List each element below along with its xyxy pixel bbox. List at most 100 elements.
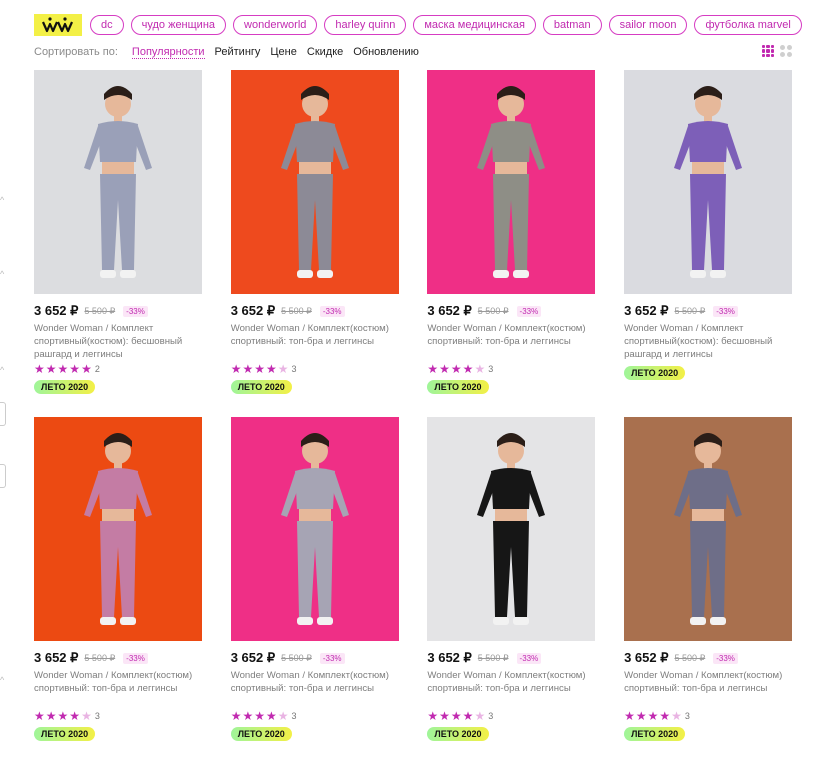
product-photo[interactable] xyxy=(230,70,399,294)
discount-badge: -33% xyxy=(713,652,738,664)
price-row: 3 652 ₽ 5 500 ₽ -33% xyxy=(427,303,595,319)
left-rail: ^ ^ ^ ^ xyxy=(0,0,12,752)
tag-chip[interactable]: dc xyxy=(90,15,124,35)
price: 3 652 ₽ xyxy=(230,303,276,318)
review-count: 3 xyxy=(94,711,100,721)
product-photo[interactable] xyxy=(624,417,793,641)
price-row: 3 652 ₽ 5 500 ₽ -33% xyxy=(427,650,595,666)
sort-bar: Сортировать по: Популярности Рейтингу Це… xyxy=(34,45,429,59)
filter-handle[interactable] xyxy=(0,464,6,488)
tag-chip[interactable]: маска медицинская xyxy=(413,15,536,35)
product-title[interactable]: Wonder Woman / Комплект(костюм) спортивн… xyxy=(34,669,202,708)
season-badge: ЛЕТО 2020 xyxy=(427,380,489,394)
product-photo[interactable] xyxy=(34,70,202,294)
tag-chip[interactable]: wonderworld xyxy=(233,15,318,35)
star-filled-icon: ★ xyxy=(647,709,659,723)
star-filled-icon: ★ xyxy=(450,362,462,376)
grid-2-icon[interactable] xyxy=(780,45,792,57)
star-filled-icon: ★ xyxy=(34,709,45,723)
product-title[interactable]: Wonder Woman / Комплект(костюм) спортивн… xyxy=(624,669,792,708)
product-photo[interactable] xyxy=(230,417,399,641)
product-photo[interactable] xyxy=(427,417,596,641)
old-price: 5 500 ₽ xyxy=(84,305,116,316)
old-price: 5 500 ₽ xyxy=(477,652,509,663)
product-photo[interactable] xyxy=(624,70,793,294)
product-title[interactable]: Wonder Woman / Комплект(костюм) спортивн… xyxy=(427,322,595,361)
star-empty-icon: ★ xyxy=(474,709,486,723)
price-row: 3 652 ₽ 5 500 ₽ -33% xyxy=(34,650,202,666)
chevron-up-icon[interactable]: ^ xyxy=(0,196,8,205)
star-filled-icon: ★ xyxy=(265,362,277,376)
sort-option-discount[interactable]: Скидке xyxy=(307,46,343,58)
chevron-up-icon[interactable]: ^ xyxy=(0,366,8,375)
stars: ★ ★ ★ ★ ★ xyxy=(231,363,289,375)
price: 3 652 ₽ xyxy=(624,303,669,318)
view-toggle xyxy=(762,45,792,57)
star-filled-icon: ★ xyxy=(462,362,474,376)
chevron-up-icon[interactable]: ^ xyxy=(0,270,8,279)
old-price: 5 500 ₽ xyxy=(281,652,312,663)
product-card[interactable]: 3 652 ₽ 5 500 ₽ -33% Wonder Woman / Комплек… xyxy=(427,70,596,417)
product-title[interactable]: Wonder Woman / Комплект(костюм) спортивн… xyxy=(231,669,399,708)
season-badge: ЛЕТО 2020 xyxy=(34,727,96,741)
star-filled-icon: ★ xyxy=(635,709,647,723)
star-filled-icon: ★ xyxy=(450,709,462,723)
product-photo[interactable] xyxy=(427,70,596,294)
stars: ★ ★ ★ ★ ★ xyxy=(427,363,485,375)
tag-chip[interactable]: чудо женщина xyxy=(130,15,227,35)
review-count: 3 xyxy=(291,364,297,374)
product-card[interactable]: 3 652 ₽ 5 500 ₽ -33% Wonder Woman / Комплек… xyxy=(230,70,399,417)
star-filled-icon: ★ xyxy=(427,362,439,376)
product-card[interactable]: 3 652 ₽ 5 500 ₽ -33% Wonder Woman / Комплек… xyxy=(34,70,202,417)
season-badge: ЛЕТО 2020 xyxy=(230,727,292,741)
star-filled-icon: ★ xyxy=(230,709,242,723)
sort-option-rating[interactable]: Рейтингу xyxy=(215,46,261,58)
ww-logo-icon[interactable] xyxy=(34,14,82,36)
discount-badge: -33% xyxy=(713,305,738,317)
star-filled-icon: ★ xyxy=(265,709,277,723)
product-card[interactable]: 3 652 ₽ 5 500 ₽ -33% Wonder Woman / Комплек… xyxy=(624,417,793,764)
product-photo[interactable] xyxy=(34,417,202,641)
product-card[interactable]: 3 652 ₽ 5 500 ₽ -33% Wonder Woman / Комплек… xyxy=(427,417,596,764)
tag-chip[interactable]: футболка marvel xyxy=(694,15,802,35)
tag-chip[interactable]: sailor moon xyxy=(608,15,688,35)
star-filled-icon: ★ xyxy=(439,709,450,723)
sort-option-popularity[interactable]: Популярности xyxy=(131,46,205,59)
star-filled-icon: ★ xyxy=(34,362,45,376)
price-row: 3 652 ₽ 5 500 ₽ -33% xyxy=(624,650,792,666)
old-price: 5 500 ₽ xyxy=(674,652,706,663)
star-filled-icon: ★ xyxy=(254,709,265,723)
product-card[interactable]: 3 652 ₽ 5 500 ₽ -33% Wonder Woman / Комплек… xyxy=(34,417,202,764)
discount-badge: -33% xyxy=(319,652,345,664)
discount-badge: -33% xyxy=(319,305,345,317)
product-title[interactable]: Wonder Woman / Комплект(костюм) спортивн… xyxy=(231,322,399,361)
tag-chip[interactable]: batman xyxy=(542,15,602,35)
product-card[interactable]: 3 652 ₽ 5 500 ₽ -33% Wonder Woman / Комплек… xyxy=(230,417,399,764)
discount-badge: -33% xyxy=(123,652,148,664)
rating: ★ ★ ★ ★ ★ 3 xyxy=(231,710,399,722)
star-filled-icon: ★ xyxy=(230,362,242,376)
price: 3 652 ₽ xyxy=(34,303,79,318)
product-title[interactable]: Wonder Woman / Комплект спортивный(костю… xyxy=(34,322,202,361)
star-filled-icon: ★ xyxy=(254,362,265,376)
tag-chips: dc чудо женщина wonderworld harley quinn мас… xyxy=(90,15,802,35)
sort-option-updated[interactable]: Обновлению xyxy=(353,46,419,58)
stars: ★ ★ ★ ★ ★ xyxy=(427,710,485,722)
price: 3 652 ₽ xyxy=(230,650,276,665)
product-title[interactable]: Wonder Woman / Комплект спортивный(костю… xyxy=(624,322,792,361)
discount-badge: -33% xyxy=(516,652,542,664)
price-row: 3 652 ₽ 5 500 ₽ -33% xyxy=(34,303,202,319)
grid-3-icon[interactable] xyxy=(762,45,774,57)
filter-handle[interactable] xyxy=(0,402,6,426)
sort-option-price[interactable]: Цене xyxy=(270,46,296,58)
review-count: 3 xyxy=(291,711,297,721)
tag-chip[interactable]: harley quinn xyxy=(324,15,407,35)
chevron-up-icon[interactable]: ^ xyxy=(0,676,8,685)
star-filled-icon: ★ xyxy=(57,362,69,376)
star-filled-icon: ★ xyxy=(462,709,474,723)
product-card[interactable]: 3 652 ₽ 5 500 ₽ -33% Wonder Woman / Комплек… xyxy=(624,70,793,417)
product-title[interactable]: Wonder Woman / Комплект(костюм) спортивн… xyxy=(427,669,595,708)
review-count: 3 xyxy=(684,711,690,721)
rating: ★ ★ ★ ★ ★ 3 xyxy=(427,710,595,722)
discount-badge: -33% xyxy=(123,305,148,317)
